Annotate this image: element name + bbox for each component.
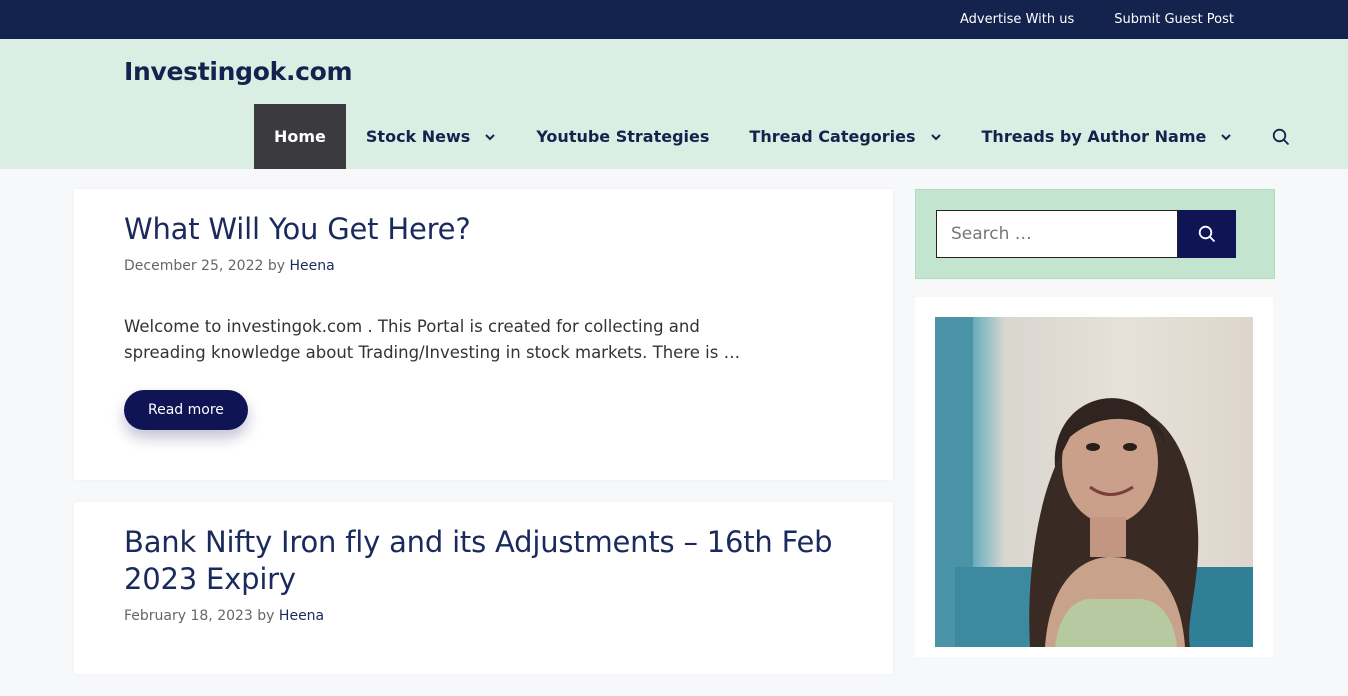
post-by: by [257,608,275,625]
search-form: Search … [936,210,1254,258]
nav-item-thread-categories[interactable]: Thread Categories [729,104,961,169]
nav-item-home[interactable]: Home [254,104,346,169]
author-photo-widget [915,297,1273,657]
post-date[interactable]: February 18, 2023 [124,608,253,624]
nav-item-stock-news[interactable]: Stock News [346,104,516,169]
post-meta: December 25, 2022 by Heena [124,258,843,274]
nav-item-youtube-strategies[interactable]: Youtube Strategies [516,104,729,169]
main-nav: Home Stock News Youtube Strategies Threa… [254,104,1312,169]
nav-search-button[interactable] [1252,104,1312,169]
nav-label: Youtube Strategies [536,127,710,146]
sidebar: Search … [915,189,1275,657]
search-input[interactable]: Search … [936,210,1178,258]
post-by: by [267,258,286,275]
nav-label: Thread Categories [749,127,916,146]
advertise-link[interactable]: Advertise With us [960,12,1074,27]
post-author-link[interactable]: Heena [279,608,324,624]
post-card: Bank Nifty Iron fly and its Adjustments … [74,502,893,675]
site-title[interactable]: Investingok.com [124,57,353,86]
chevron-down-icon [1221,133,1232,140]
nav-label: Threads by Author Name [981,127,1207,146]
nav-item-threads-by-author[interactable]: Threads by Author Name [962,104,1253,169]
submit-guest-post-link[interactable]: Submit Guest Post [1114,12,1234,27]
author-photo [935,317,1253,647]
post-author-link[interactable]: Heena [289,258,334,274]
post-excerpt: Welcome to investingok.com . This Portal… [124,317,741,363]
search-icon [1198,225,1216,243]
nav-label: Stock News [365,127,471,146]
search-submit-button[interactable] [1178,210,1236,258]
search-icon [1273,128,1290,145]
main-content: What Will You Get Here? December 25, 202… [74,189,893,696]
author-portrait-image [935,317,1253,647]
post-meta: February 18, 2023 by Heena [124,608,843,624]
nav-label: Home [274,127,326,146]
search-widget: Search … [915,189,1275,279]
chevron-down-icon [930,133,941,140]
top-bar: Advertise With us Submit Guest Post [0,0,1348,39]
post-title[interactable]: What Will You Get Here? [124,211,843,248]
site-header: Investingok.com Home Stock News Youtube … [0,39,1348,169]
post-card: What Will You Get Here? December 25, 202… [74,189,893,481]
post-date[interactable]: December 25, 2022 [124,258,263,274]
post-title[interactable]: Bank Nifty Iron fly and its Adjustments … [124,524,843,598]
chevron-down-icon [485,133,496,140]
read-more-button[interactable]: Read more [124,390,248,431]
